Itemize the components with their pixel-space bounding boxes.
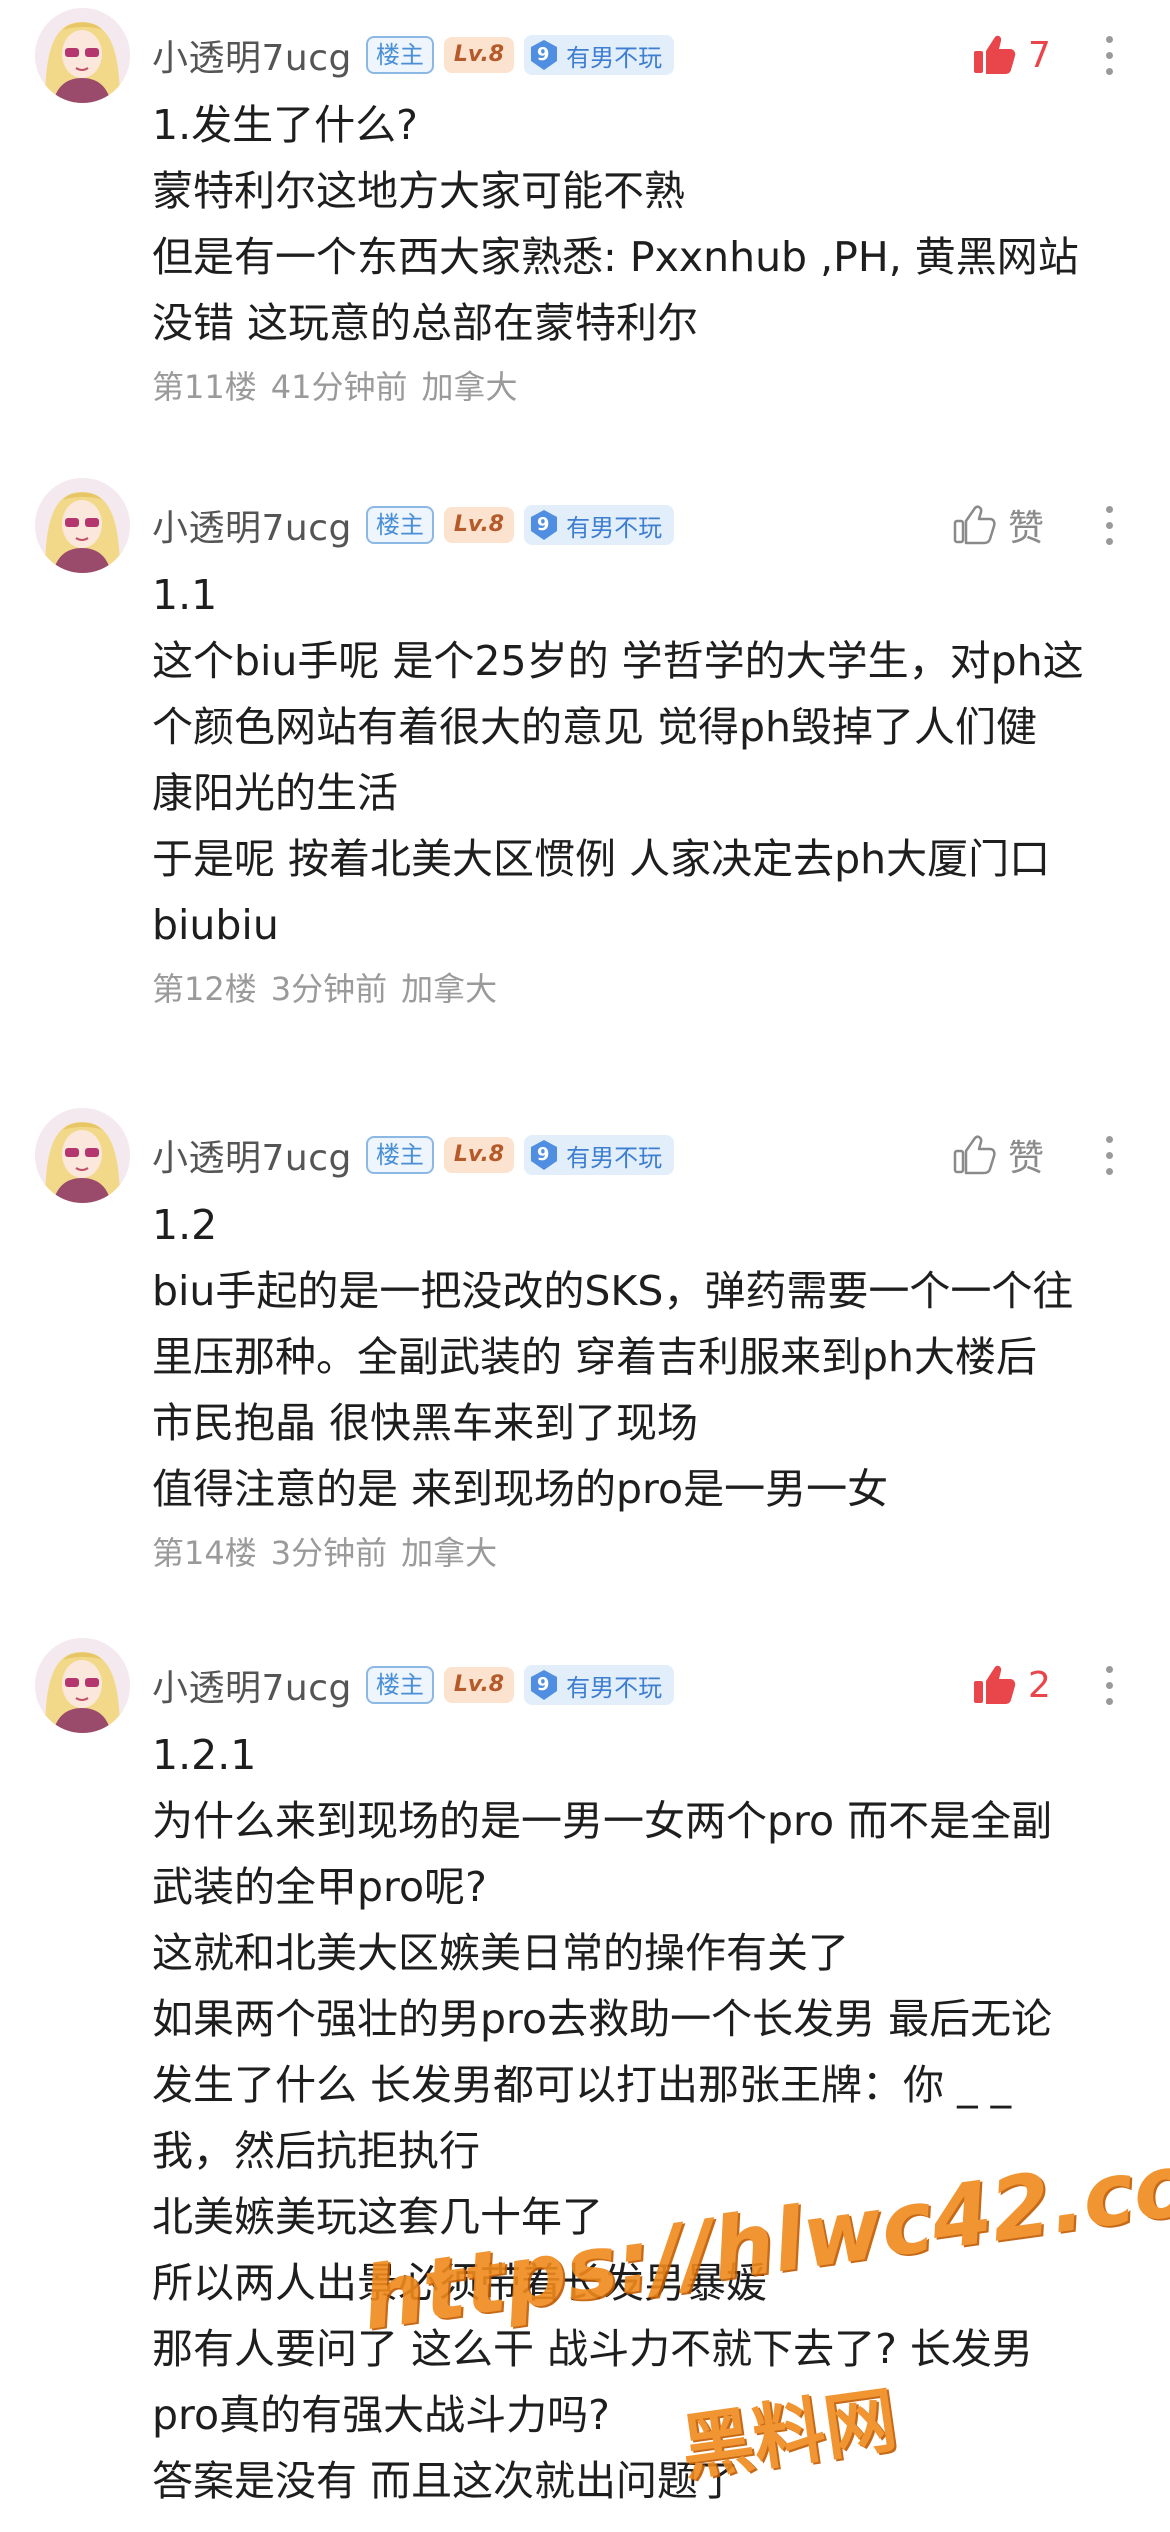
thumbs-up-icon <box>950 1131 998 1179</box>
comment-line: 没错 这玩意的总部在蒙特利尔 <box>152 299 699 347</box>
fan-medal-badge[interactable]: 9 有男不玩 <box>524 1665 675 1705</box>
more-options-icon[interactable] <box>1094 25 1124 85</box>
like-count: 7 <box>1028 34 1051 76</box>
medal-label: 有男不玩 <box>566 1143 663 1172</box>
avatar[interactable] <box>35 1108 130 1203</box>
comment-line: 为什么来到现场的是一男一女两个pro 而不是全副 <box>152 1797 1053 1845</box>
user-row: 小透明7ucg 楼主 Lv.8 9 有男不玩 <box>152 1655 675 1715</box>
comment-line: 个颜色网站有着很大的意见 觉得ph毁掉了人们健 <box>152 703 1038 751</box>
comment-line: 所以两人出景必须带着长发男暴媛 <box>152 2259 767 2307</box>
level-badge: Lv.8 <box>443 507 515 543</box>
comment-body: 1.2 biu手起的是一把没改的SKS，弹药需要一个一个往 里压那种。全副武装的 穿… <box>152 1192 1142 1522</box>
comment-line: biu手起的是一把没改的SKS，弹药需要一个一个往 <box>152 1267 1074 1315</box>
more-options-icon[interactable] <box>1094 1125 1124 1185</box>
medal-icon: 9 <box>528 39 560 71</box>
more-options-icon[interactable] <box>1094 1655 1124 1715</box>
username[interactable]: 小透明7ucg <box>152 29 352 81</box>
level-badge: Lv.8 <box>443 1137 515 1173</box>
post-time: 3分钟前 <box>270 970 388 1008</box>
user-row: 小透明7ucg 楼主 Lv.8 9 有男不玩 <box>152 25 675 85</box>
comment-line: 蒙特利尔这地方大家可能不熟 <box>152 167 685 215</box>
avatar[interactable] <box>35 8 130 103</box>
post-time: 41分钟前 <box>270 368 408 406</box>
comment-body: 1.1 这个biu手呢 是个25岁的 学哲学的大学生，对ph这 个颜色网站有着很大的… <box>152 562 1142 958</box>
username[interactable]: 小透明7ucg <box>152 499 352 551</box>
medal-label: 有男不玩 <box>566 1673 663 1702</box>
comment-thread: 小透明7ucg 楼主 Lv.8 9 有男不玩 7 1.发生了什么? 蒙特利尔这地方大家可能不熟… <box>0 0 1170 2532</box>
ip-location: 加拿大 <box>401 1534 498 1572</box>
thumbs-up-icon <box>970 1661 1018 1709</box>
avatar[interactable] <box>35 1638 130 1733</box>
comment-line: 发生了什么 长发男都可以打出那张王牌：你 _ _ <box>152 2061 1012 2109</box>
like-button[interactable]: 2 <box>970 1655 1051 1715</box>
floor-number: 第12楼 <box>152 970 257 1008</box>
user-row: 小透明7ucg 楼主 Lv.8 9 有男不玩 <box>152 495 675 555</box>
thumbs-up-icon <box>950 501 998 549</box>
username[interactable]: 小透明7ucg <box>152 1129 352 1181</box>
comment-meta: 第14楼 3分钟前 加拿大 <box>152 1528 511 1578</box>
comment-line: 1.1 <box>152 571 218 619</box>
comment-line: 答案是没有 而且这次就出问题了 <box>152 2457 740 2505</box>
comment-line: 值得注意的是 来到现场的pro是一男一女 <box>152 1465 889 1513</box>
comment-line: 市民抱晶 很快黑车来到了现场 <box>152 1399 699 1447</box>
medal-icon: 9 <box>528 1669 560 1701</box>
comment-line: 这个biu手呢 是个25岁的 学哲学的大学生，对ph这 <box>152 637 1084 685</box>
level-badge: Lv.8 <box>443 37 515 73</box>
post-time: 3分钟前 <box>270 1534 388 1572</box>
comment-line: 北美嫉美玩这套几十年了 <box>152 2193 603 2241</box>
ip-location: 加拿大 <box>401 970 498 1008</box>
medal-level: 9 <box>536 514 550 535</box>
floor-number: 第11楼 <box>152 368 257 406</box>
medal-level: 9 <box>536 44 550 65</box>
comment-line: 但是有一个东西大家熟悉: Pxxnhub ,PH, 黄黑网站 <box>152 233 1079 281</box>
fan-medal-badge[interactable]: 9 有男不玩 <box>524 1135 675 1175</box>
comment-line: 我，然后抗拒执行 <box>152 2127 480 2175</box>
comment-line: 如果两个强壮的男pro去救助一个长发男 最后无论 <box>152 1995 1053 2043</box>
floor-number: 第14楼 <box>152 1534 257 1572</box>
host-badge: 楼主 <box>365 1666 434 1704</box>
like-button[interactable]: 7 <box>970 25 1051 85</box>
comment-line: biubiu <box>152 901 279 949</box>
comment-line: 1.2 <box>152 1201 218 1249</box>
comment-line: 1.发生了什么? <box>152 101 418 149</box>
thumbs-up-icon <box>970 31 1018 79</box>
comment-body: 1.发生了什么? 蒙特利尔这地方大家可能不熟但是有一个东西大家熟悉: Pxxnhu… <box>152 92 1142 356</box>
host-badge: 楼主 <box>365 1136 434 1174</box>
more-options-icon[interactable] <box>1094 495 1124 555</box>
comment-meta: 第11楼 41分钟前 加拿大 <box>152 362 531 412</box>
avatar[interactable] <box>35 478 130 573</box>
like-count: 赞 <box>1008 1138 1045 1179</box>
comment-meta: 第12楼 3分钟前 加拿大 <box>152 964 511 1014</box>
like-button[interactable]: 赞 <box>950 495 1044 555</box>
username[interactable]: 小透明7ucg <box>152 1659 352 1711</box>
comment-line: pro真的有强大战斗力吗? <box>152 2391 610 2439</box>
medal-label: 有男不玩 <box>566 43 663 72</box>
medal-level: 9 <box>536 1674 550 1695</box>
comment-line: 里压那种。全副武装的 穿着吉利服来到ph大楼后 <box>152 1333 1038 1381</box>
ip-location: 加拿大 <box>421 368 518 406</box>
host-badge: 楼主 <box>365 36 434 74</box>
comment-line: 康阳光的生活 <box>152 769 398 817</box>
medal-level: 9 <box>536 1144 550 1165</box>
like-button[interactable]: 赞 <box>950 1125 1044 1185</box>
medal-icon: 9 <box>528 509 560 541</box>
like-count: 2 <box>1028 1664 1051 1706</box>
comment-line: 武装的全甲pro呢? <box>152 1863 487 1911</box>
user-row: 小透明7ucg 楼主 Lv.8 9 有男不玩 <box>152 1125 675 1185</box>
comment-line: 1.2.1 <box>152 1731 257 1779</box>
comment-line: 那有人要问了 这么干 战斗力不就下去了? 长发男 <box>152 2325 1033 2373</box>
fan-medal-badge[interactable]: 9 有男不玩 <box>524 35 675 75</box>
level-badge: Lv.8 <box>443 1667 515 1703</box>
comment-line: 这就和北美大区嫉美日常的操作有关了 <box>152 1929 849 1977</box>
comment-body: 1.2.1 为什么来到现场的是一男一女两个pro 而不是全副 武装的全甲pro呢? 这… <box>152 1722 1142 2514</box>
medal-label: 有男不玩 <box>566 513 663 542</box>
like-count: 赞 <box>1008 508 1045 549</box>
fan-medal-badge[interactable]: 9 有男不玩 <box>524 505 675 545</box>
comment-line: 于是呢 按着北美大区惯例 人家决定去ph大厦门口 <box>152 835 1051 883</box>
medal-icon: 9 <box>528 1139 560 1171</box>
host-badge: 楼主 <box>365 506 434 544</box>
